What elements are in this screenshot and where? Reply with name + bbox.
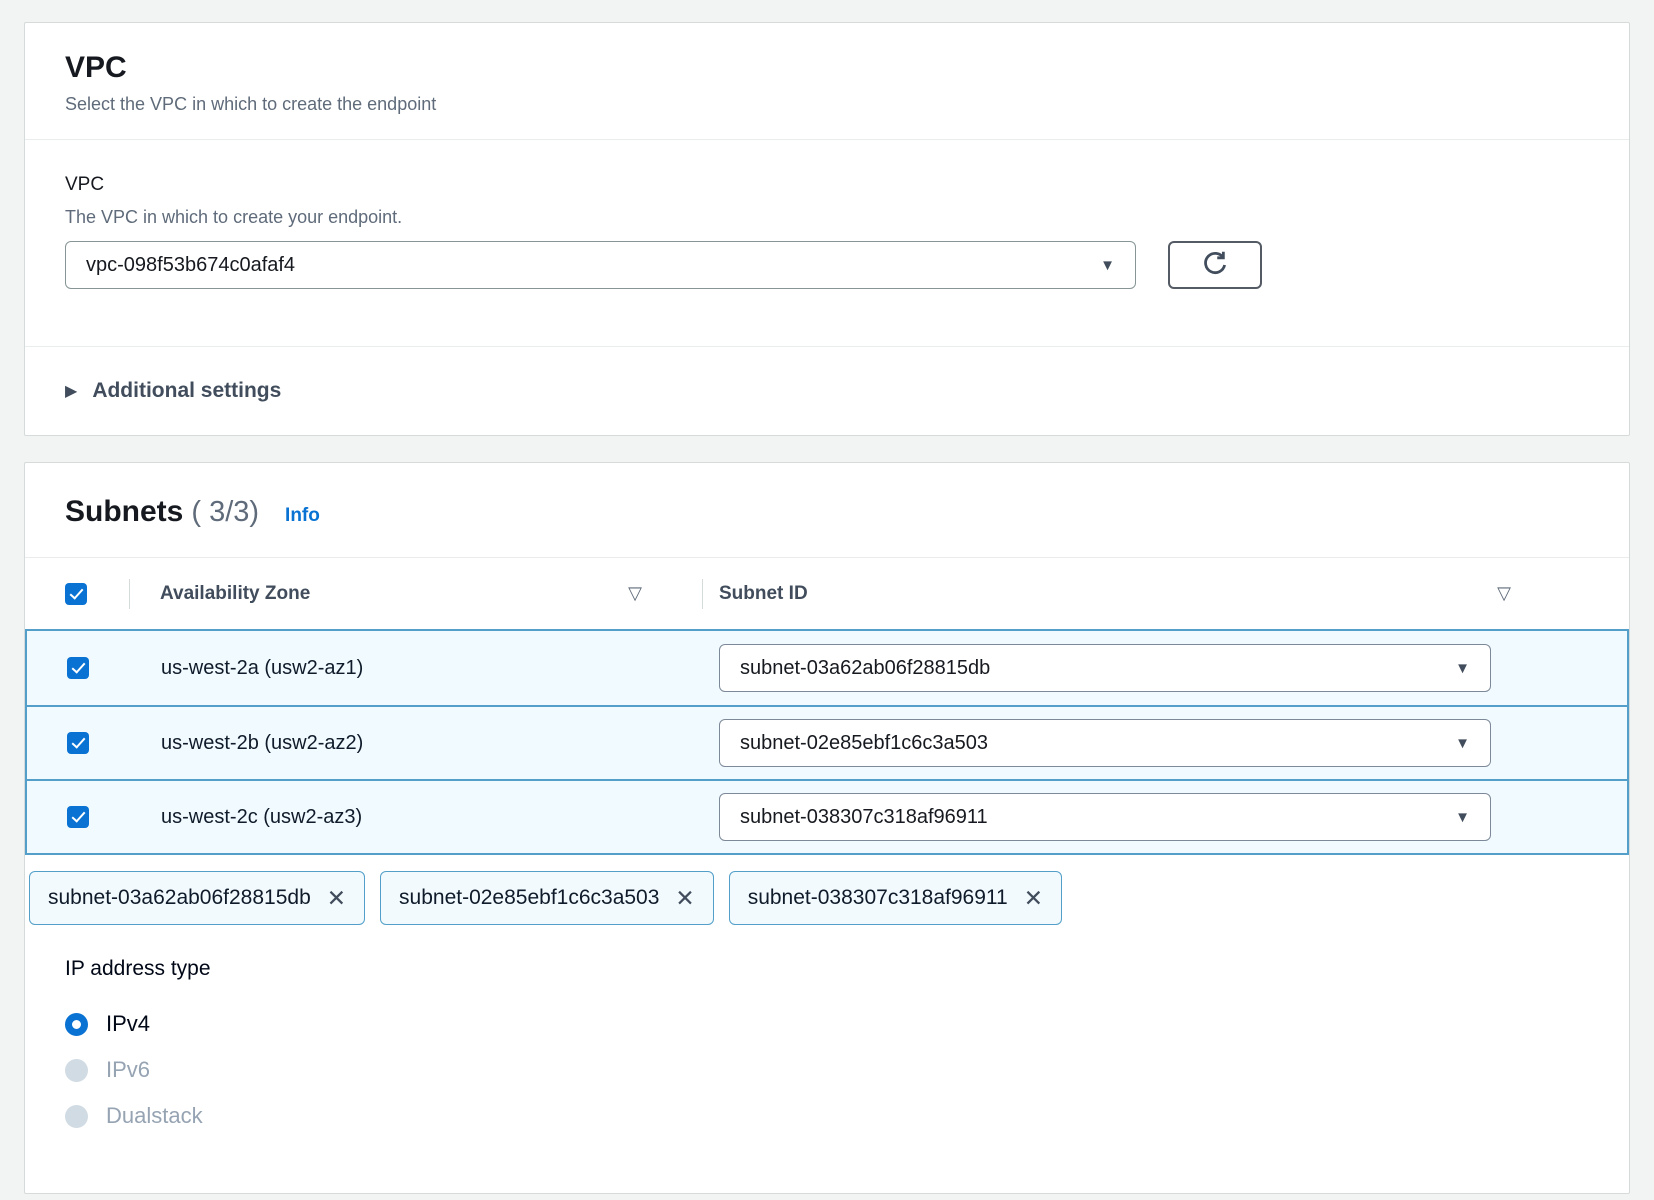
subnet-token-label: subnet-03a62ab06f28815db <box>48 886 311 910</box>
radio-label: IPv4 <box>106 1011 150 1037</box>
subnet-token-label: subnet-02e85ebf1c6c3a503 <box>399 886 659 910</box>
refresh-icon <box>1200 250 1230 280</box>
subnet-id-cell: subnet-02e85ebf1c6c3a503 ▼ <box>703 719 1627 767</box>
vpc-field-description: The VPC in which to create your endpoint… <box>65 207 1589 228</box>
availability-zone-value: us-west-2a (usw2-az1) <box>161 657 363 680</box>
subnet-id-cell: subnet-03a62ab06f28815db ▼ <box>703 644 1627 692</box>
chevron-down-icon: ▼ <box>1455 660 1470 677</box>
subnet-id-column-label: Subnet ID <box>719 583 808 605</box>
availability-zone-cell: us-west-2c (usw2-az3) <box>131 806 703 829</box>
additional-settings-expander[interactable]: ▶ Additional settings <box>25 346 1629 435</box>
vpc-card-title: VPC <box>65 51 1589 85</box>
subnet-select[interactable]: subnet-02e85ebf1c6c3a503 ▼ <box>719 719 1491 767</box>
subnet-select-value: subnet-02e85ebf1c6c3a503 <box>740 732 988 755</box>
row-checkbox[interactable] <box>67 657 89 679</box>
close-icon[interactable]: ✕ <box>1024 887 1043 910</box>
radio-option-ipv6: IPv6 <box>65 1057 1589 1083</box>
radio-button-disabled <box>65 1059 88 1082</box>
table-row[interactable]: us-west-2b (usw2-az2) subnet-02e85ebf1c6… <box>27 705 1627 779</box>
chevron-down-icon: ▼ <box>1100 257 1115 274</box>
chevron-down-icon: ▼ <box>1455 735 1470 752</box>
availability-zone-header-cell: Availability Zone ▽ <box>130 583 702 605</box>
radio-option-ipv4[interactable]: IPv4 <box>65 1011 1589 1037</box>
availability-zone-cell: us-west-2a (usw2-az1) <box>131 657 703 680</box>
vpc-select-value: vpc-098f53b674c0afaf4 <box>86 254 295 277</box>
radio-label: IPv6 <box>106 1057 150 1083</box>
subnets-counter: ( 3/3) <box>191 496 259 529</box>
subnets-card-header: Subnets ( 3/3) Info <box>25 463 1629 557</box>
ip-address-type-label: IP address type <box>65 957 1589 981</box>
availability-zone-column-label: Availability Zone <box>160 583 310 605</box>
vpc-select-row: vpc-098f53b674c0afaf4 ▼ <box>65 241 1589 289</box>
vpc-card: VPC Select the VPC in which to create th… <box>24 22 1630 436</box>
subnet-select[interactable]: subnet-03a62ab06f28815db ▼ <box>719 644 1491 692</box>
subnets-card: Subnets ( 3/3) Info Availability Zone ▽ … <box>24 462 1630 1194</box>
vpc-card-body: VPC The VPC in which to create your endp… <box>25 140 1629 289</box>
radio-button-selected[interactable] <box>65 1013 88 1036</box>
chevron-down-icon: ▼ <box>1455 809 1470 826</box>
availability-zone-value: us-west-2b (usw2-az2) <box>161 732 363 755</box>
sort-icon[interactable]: ▽ <box>628 583 642 604</box>
availability-zone-cell: us-west-2b (usw2-az2) <box>131 732 703 755</box>
selected-subnet-tokens: subnet-03a62ab06f28815db ✕ subnet-02e85e… <box>29 871 1629 925</box>
subnet-id-header-cell: Subnet ID ▽ <box>703 583 1629 605</box>
ip-address-type-section: IP address type IPv4 IPv6 Dualstack <box>65 957 1589 1129</box>
row-checkbox-cell <box>27 657 131 679</box>
refresh-button[interactable] <box>1168 241 1262 289</box>
vpc-select[interactable]: vpc-098f53b674c0afaf4 ▼ <box>65 241 1136 289</box>
subnet-token: subnet-038307c318af96911 ✕ <box>729 871 1062 925</box>
info-link[interactable]: Info <box>285 505 320 527</box>
row-checkbox[interactable] <box>67 732 89 754</box>
sort-icon[interactable]: ▽ <box>1497 583 1511 604</box>
select-all-cell <box>25 583 129 605</box>
vpc-card-subtitle: Select the VPC in which to create the en… <box>65 94 1589 115</box>
close-icon[interactable]: ✕ <box>675 887 694 910</box>
close-icon[interactable]: ✕ <box>327 887 346 910</box>
availability-zone-value: us-west-2c (usw2-az3) <box>161 806 362 829</box>
table-row[interactable]: us-west-2a (usw2-az1) subnet-03a62ab06f2… <box>27 631 1627 705</box>
subnets-table-header: Availability Zone ▽ Subnet ID ▽ <box>25 557 1629 629</box>
radio-option-dualstack: Dualstack <box>65 1103 1589 1129</box>
table-row[interactable]: us-west-2c (usw2-az3) subnet-038307c318a… <box>27 779 1627 853</box>
subnet-token: subnet-03a62ab06f28815db ✕ <box>29 871 365 925</box>
subnet-select-value: subnet-038307c318af96911 <box>740 806 988 829</box>
radio-label: Dualstack <box>106 1103 203 1129</box>
row-checkbox-cell <box>27 732 131 754</box>
subnet-token-label: subnet-038307c318af96911 <box>748 886 1008 910</box>
subnet-token: subnet-02e85ebf1c6c3a503 ✕ <box>380 871 714 925</box>
select-all-checkbox[interactable] <box>65 583 87 605</box>
row-checkbox[interactable] <box>67 806 89 828</box>
subnet-select[interactable]: subnet-038307c318af96911 ▼ <box>719 793 1491 841</box>
additional-settings-label: Additional settings <box>92 379 281 403</box>
expand-right-icon: ▶ <box>65 381 77 401</box>
radio-button-disabled <box>65 1105 88 1128</box>
subnets-title: Subnets <box>65 495 183 529</box>
row-checkbox-cell <box>27 806 131 828</box>
vpc-field-label: VPC <box>65 174 1589 196</box>
subnet-select-value: subnet-03a62ab06f28815db <box>740 657 990 680</box>
vpc-card-header: VPC Select the VPC in which to create th… <box>25 23 1629 140</box>
subnet-id-cell: subnet-038307c318af96911 ▼ <box>703 793 1627 841</box>
subnets-table-body: us-west-2a (usw2-az1) subnet-03a62ab06f2… <box>25 629 1629 855</box>
